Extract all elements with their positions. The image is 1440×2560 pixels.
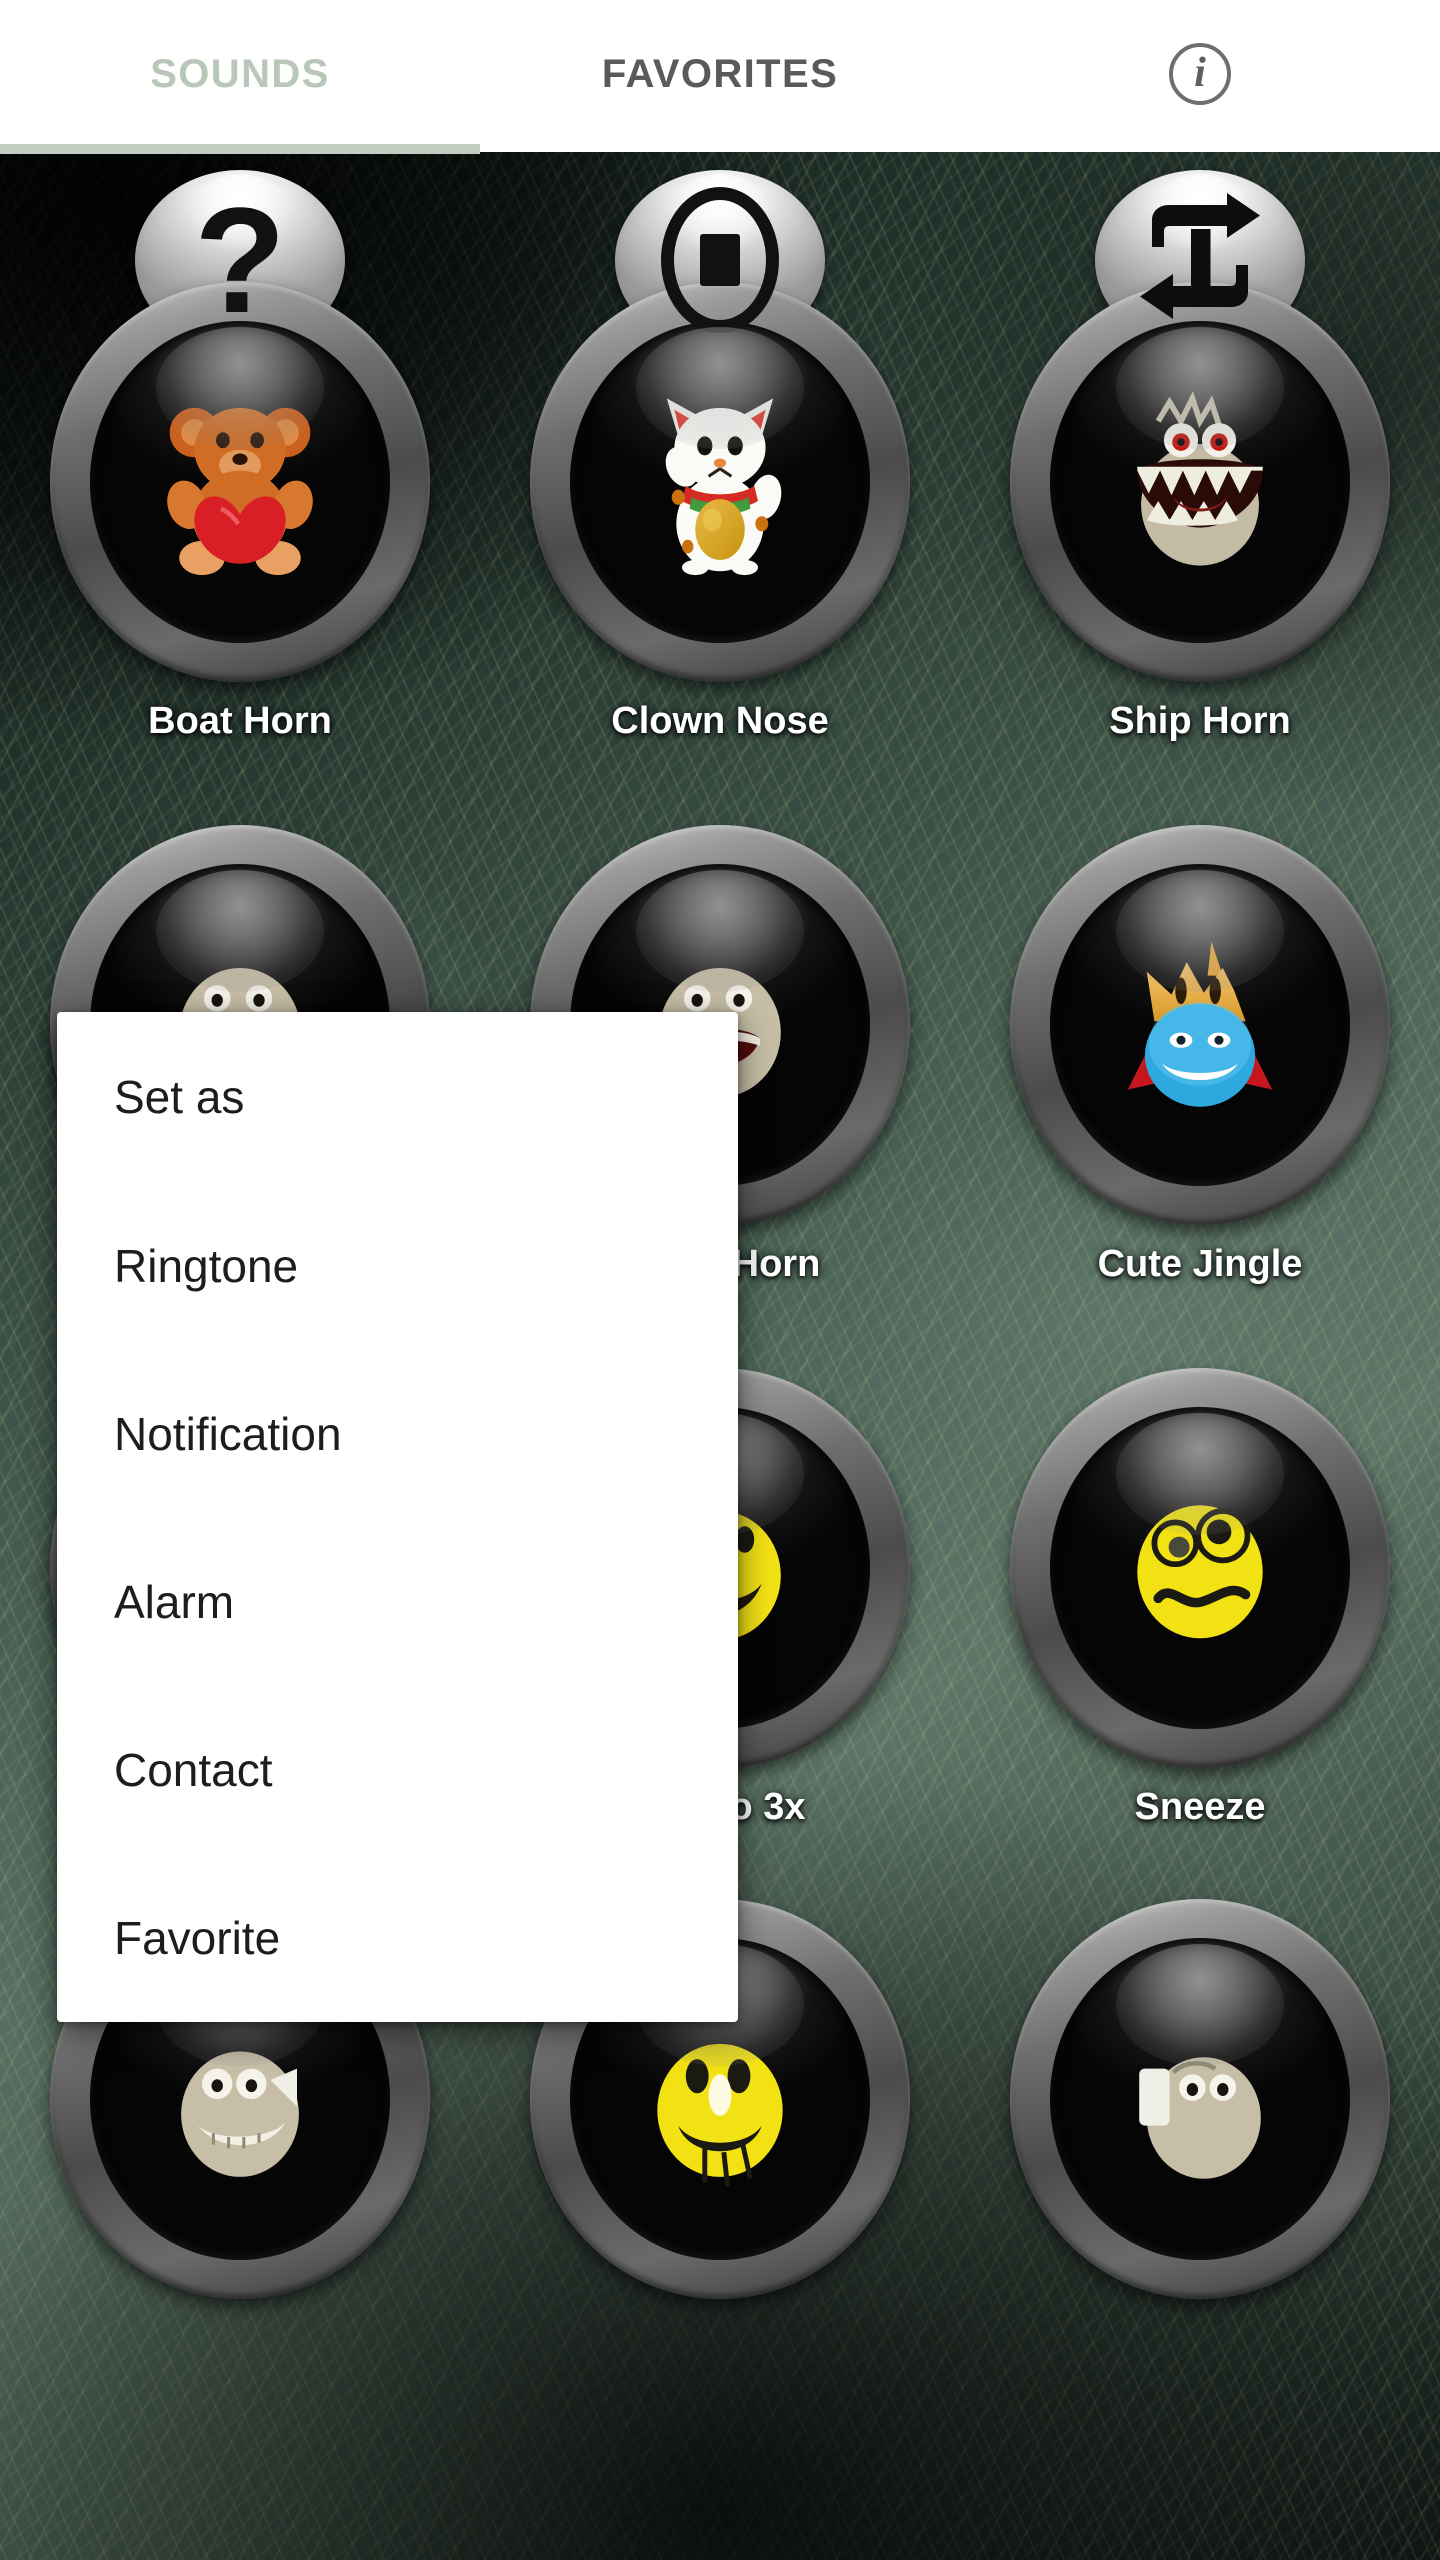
repeat-button[interactable]: [1095, 170, 1305, 350]
side-face-icon: [1080, 1979, 1320, 2219]
menu-item-contact[interactable]: Contact: [57, 1686, 738, 1854]
menu-item-favorite[interactable]: Favorite: [57, 1854, 738, 2022]
question-mark-icon: ?: [194, 176, 286, 344]
sound-button-cute-jingle[interactable]: [1010, 825, 1390, 1225]
tab-sounds[interactable]: SOUNDS: [0, 0, 480, 148]
sound-button-inner: [1050, 1407, 1350, 1729]
sound-button-sneeze[interactable]: [1010, 1368, 1390, 1768]
repeat-icon: [1125, 190, 1275, 330]
tab-favorites[interactable]: FAVORITES: [480, 0, 960, 148]
row-spacer: [0, 743, 1440, 825]
sound-cell: Boat Horn: [0, 282, 480, 743]
sound-label: Ship Horn: [1109, 700, 1291, 742]
sound-label: Boat Horn: [148, 700, 332, 742]
sound-button-clown-nose[interactable]: [530, 282, 910, 682]
sound-cell: Clown Nose: [480, 282, 960, 743]
app-root: SOUNDS FAVORITES i ? Boat Horn Clown Nos…: [0, 0, 1440, 2560]
sound-cell: Ship Horn: [960, 282, 1440, 743]
sound-label: Clown Nose: [611, 700, 829, 742]
menu-item-set-as[interactable]: Set as: [57, 1012, 738, 1182]
sound-label: Cute Jingle: [1097, 1243, 1303, 1285]
tab-bar: SOUNDS FAVORITES i: [0, 0, 1440, 154]
crosseyed-face-icon: [1080, 1448, 1320, 1688]
menu-item-ringtone[interactable]: Ringtone: [57, 1182, 738, 1350]
tab-indicator: [0, 144, 480, 154]
info-button[interactable]: i: [960, 0, 1440, 148]
sound-button-inner: [570, 321, 870, 643]
sound-cell: Cute Jingle: [960, 825, 1440, 1286]
context-menu: Set as Ringtone Notification Alarm Conta…: [57, 1012, 738, 2022]
lucky-cat-icon: [600, 362, 840, 602]
menu-item-alarm[interactable]: Alarm: [57, 1518, 738, 1686]
tabs-row: SOUNDS FAVORITES i: [0, 0, 1440, 148]
sound-cell: [960, 1899, 1440, 2317]
sound-button-inner: [1050, 321, 1350, 643]
sound-label: Sneeze: [1134, 1786, 1266, 1828]
sound-button-ship-horn[interactable]: [1010, 282, 1390, 682]
control-buttons-row: ?: [0, 170, 1440, 350]
sound-button-inner: [1050, 864, 1350, 1186]
teddy-bear-icon: [120, 362, 360, 602]
sound-cell: Sneeze: [960, 1368, 1440, 1829]
stop-icon: [661, 187, 779, 333]
blue-king-icon: [1080, 905, 1320, 1145]
sound-button-inner: [1050, 1938, 1350, 2260]
sound-row: Boat Horn Clown Nose Ship Horn: [0, 282, 1440, 743]
menu-item-notification[interactable]: Notification: [57, 1350, 738, 1518]
sound-button-row4-3[interactable]: [1010, 1899, 1390, 2299]
sound-button-inner: [90, 321, 390, 643]
info-icon: i: [1169, 43, 1231, 105]
toothy-monster-icon: [1080, 362, 1320, 602]
